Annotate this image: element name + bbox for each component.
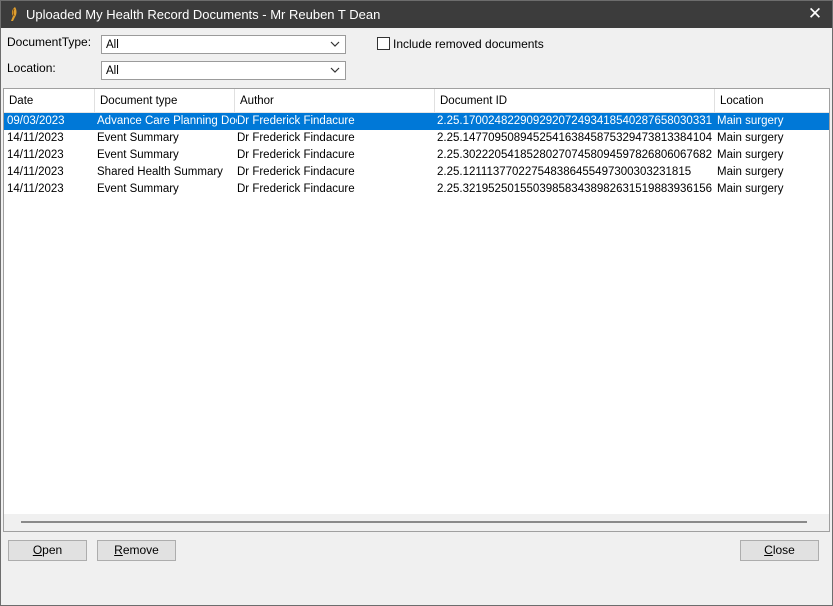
document-type-select[interactable]: All xyxy=(101,35,346,54)
title-bar: Uploaded My Health Record Documents - Mr… xyxy=(1,1,832,28)
table-row[interactable]: 14/11/2023 Event Summary Dr Frederick Find… xyxy=(4,130,829,147)
remove-button[interactable]: Remove xyxy=(97,540,176,561)
cell-location: Main surgery xyxy=(717,149,784,161)
chevron-down-icon xyxy=(330,67,340,73)
column-header-document-id[interactable]: Document ID xyxy=(435,89,715,113)
table-row[interactable]: 09/03/2023 Advance Care Planning Docu Dr F… xyxy=(4,113,829,130)
location-value: All xyxy=(106,65,119,77)
table-row[interactable]: 14/11/2023 Event Summary Dr Frederick Find… xyxy=(4,147,829,164)
open-button[interactable]: Open xyxy=(8,540,87,561)
cell-location: Main surgery xyxy=(717,115,784,127)
cell-author: Dr Frederick Findacure xyxy=(237,115,355,127)
table-row[interactable]: 14/11/2023 Event Summary Dr Frederick Find… xyxy=(4,181,829,198)
cell-document-id: 2.25.32195250155039858343898263151988393… xyxy=(437,183,713,195)
column-header-location[interactable]: Location xyxy=(715,89,829,113)
column-header-author[interactable]: Author xyxy=(235,89,435,113)
cell-date: 09/03/2023 xyxy=(7,115,65,127)
cell-author: Dr Frederick Findacure xyxy=(237,149,355,161)
cell-author: Dr Frederick Findacure xyxy=(237,183,355,195)
cell-location: Main surgery xyxy=(717,183,784,195)
cell-document-type: Event Summary xyxy=(97,149,179,161)
document-type-value: All xyxy=(106,39,119,51)
cell-document-id: 2.25.17002482290929207249341854028765803… xyxy=(437,115,713,127)
cell-date: 14/11/2023 xyxy=(7,149,64,161)
table-row[interactable]: 14/11/2023 Shared Health Summary Dr Freder… xyxy=(4,164,829,181)
cell-document-type: Event Summary xyxy=(97,132,179,144)
cell-document-id: 2.25.30222054185280270745809459782680606… xyxy=(437,149,713,161)
cell-document-type: Event Summary xyxy=(97,183,179,195)
app-logo-icon xyxy=(11,7,17,21)
column-header-date[interactable]: Date xyxy=(4,89,95,113)
cell-date: 14/11/2023 xyxy=(7,183,64,195)
dialog-window: Uploaded My Health Record Documents - Mr… xyxy=(0,0,833,606)
document-type-label: DocumentType: xyxy=(7,35,92,49)
cell-location: Main surgery xyxy=(717,166,784,178)
cell-date: 14/11/2023 xyxy=(7,132,64,144)
cell-document-id: 2.25.14770950894525416384587532947381338… xyxy=(437,132,713,144)
cell-document-type: Advance Care Planning Docu xyxy=(97,115,237,127)
cell-author: Dr Frederick Findacure xyxy=(237,166,355,178)
cell-date: 14/11/2023 xyxy=(7,166,64,178)
window-title: Uploaded My Health Record Documents - Mr… xyxy=(26,7,381,22)
location-label: Location: xyxy=(7,61,56,75)
documents-table: Date Document type Author Document ID Lo… xyxy=(3,88,830,532)
include-removed-label[interactable]: Include removed documents xyxy=(393,37,544,51)
window-close-button[interactable]: ✕ xyxy=(798,1,832,28)
chevron-down-icon xyxy=(330,41,340,47)
scrollbar-thumb[interactable] xyxy=(21,521,807,523)
cell-document-id: 2.25.12111377022754838645549730030323181… xyxy=(437,166,692,178)
include-removed-checkbox[interactable] xyxy=(377,37,390,50)
column-header-document-type[interactable]: Document type xyxy=(95,89,235,113)
horizontal-scrollbar[interactable] xyxy=(4,514,829,531)
cell-document-type: Shared Health Summary xyxy=(97,166,223,178)
cell-location: Main surgery xyxy=(717,132,784,144)
close-button[interactable]: Close xyxy=(740,540,819,561)
location-select[interactable]: All xyxy=(101,61,346,80)
cell-author: Dr Frederick Findacure xyxy=(237,132,355,144)
